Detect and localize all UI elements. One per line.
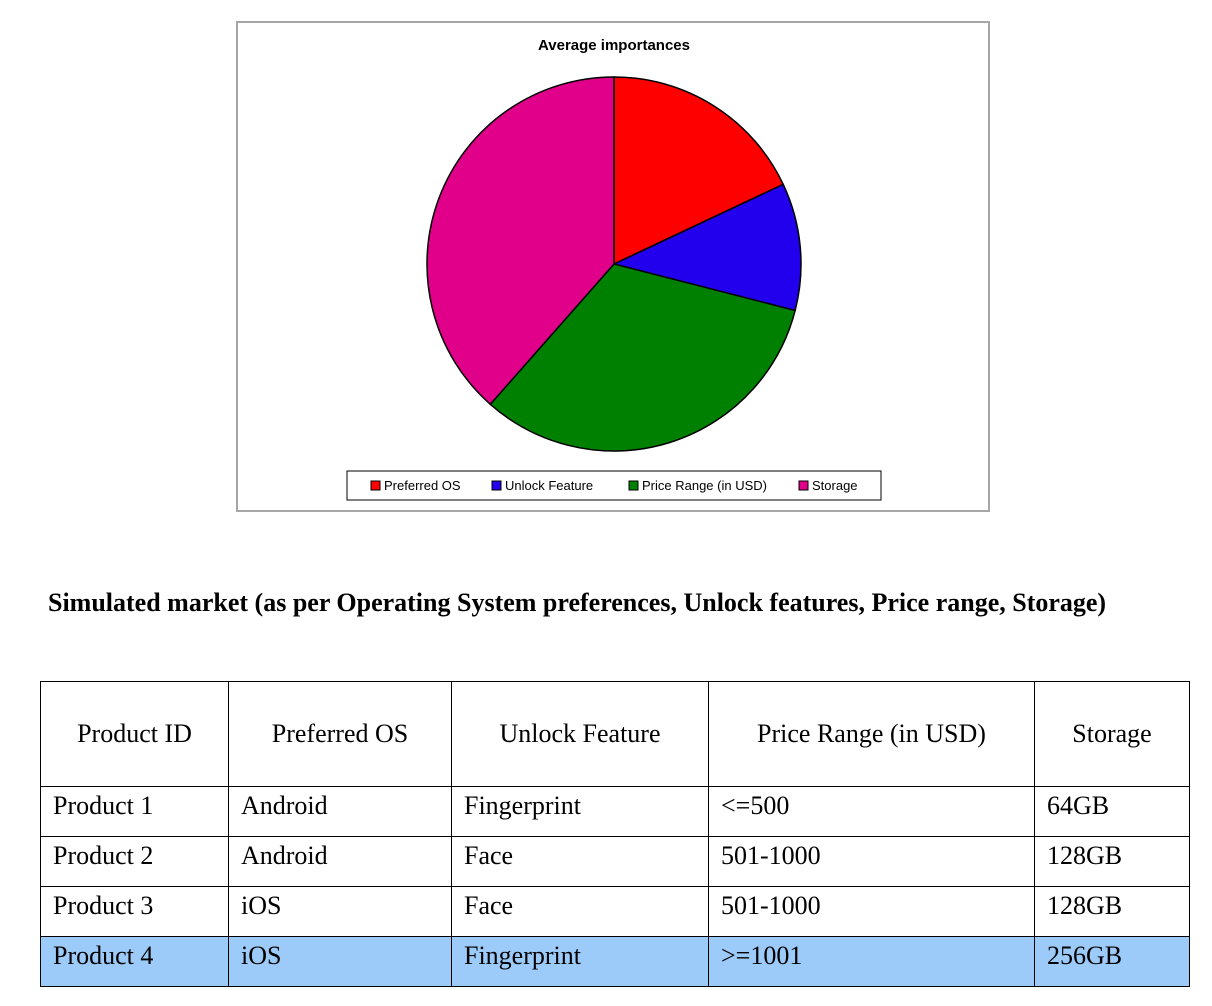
section-heading: Simulated market (as per Operating Syste…	[48, 588, 1107, 617]
legend-swatch	[628, 480, 639, 491]
header-unlock-feature: Unlock Feature	[451, 681, 709, 787]
cell-preferred-os: iOS	[228, 886, 452, 937]
cell-product-id: Product 4	[40, 936, 229, 987]
header-preferred-os: Preferred OS	[228, 681, 452, 787]
table-row: Product 1 Android Fingerprint <=500 64GB	[40, 786, 1190, 837]
legend-swatch	[798, 480, 809, 491]
pie-chart: Average importances Preferred OS Unlock F…	[236, 21, 990, 512]
pie-slices	[426, 76, 802, 452]
cell-product-id: Product 1	[40, 786, 229, 837]
cell-unlock-feature: Face	[451, 886, 709, 937]
header-product-id: Product ID	[40, 681, 229, 787]
cell-unlock-feature: Face	[451, 836, 709, 887]
table-row: Product 3 iOS Face 501-1000 128GB	[40, 886, 1190, 937]
pie-chart-svg: Average importances Preferred OS Unlock F…	[346, 37, 882, 501]
chart-title: Average importances	[538, 37, 690, 54]
header-price-range: Price Range (in USD)	[708, 681, 1035, 787]
cell-product-id: Product 3	[40, 886, 229, 937]
cell-price-range: 501-1000	[708, 886, 1035, 937]
legend-swatch	[491, 480, 502, 491]
legend-label: Preferred OS	[384, 478, 461, 493]
cell-storage: 128GB	[1034, 836, 1190, 887]
legend-swatch	[370, 480, 381, 491]
cell-price-range: 501-1000	[708, 836, 1035, 887]
cell-preferred-os: Android	[228, 786, 452, 837]
cell-storage: 64GB	[1034, 786, 1190, 837]
cell-storage: 128GB	[1034, 886, 1190, 937]
table-header-row: Product ID Preferred OS Unlock Feature P…	[40, 681, 1190, 787]
cell-product-id: Product 2	[40, 836, 229, 887]
legend-label: Unlock Feature	[505, 478, 593, 493]
cell-price-range: >=1001	[708, 936, 1035, 987]
cell-unlock-feature: Fingerprint	[451, 786, 709, 837]
legend-label: Price Range (in USD)	[642, 478, 767, 493]
cell-preferred-os: iOS	[228, 936, 452, 987]
legend-label: Storage	[812, 478, 858, 493]
table-row-highlighted: Product 4 iOS Fingerprint >=1001 256GB	[40, 936, 1190, 987]
cell-storage: 256GB	[1034, 936, 1190, 987]
cell-unlock-feature: Fingerprint	[451, 936, 709, 987]
market-table: Product ID Preferred OS Unlock Feature P…	[40, 681, 1190, 987]
table-row: Product 2 Android Face 501-1000 128GB	[40, 836, 1190, 887]
header-storage: Storage	[1034, 681, 1190, 787]
cell-preferred-os: Android	[228, 836, 452, 887]
cell-price-range: <=500	[708, 786, 1035, 837]
